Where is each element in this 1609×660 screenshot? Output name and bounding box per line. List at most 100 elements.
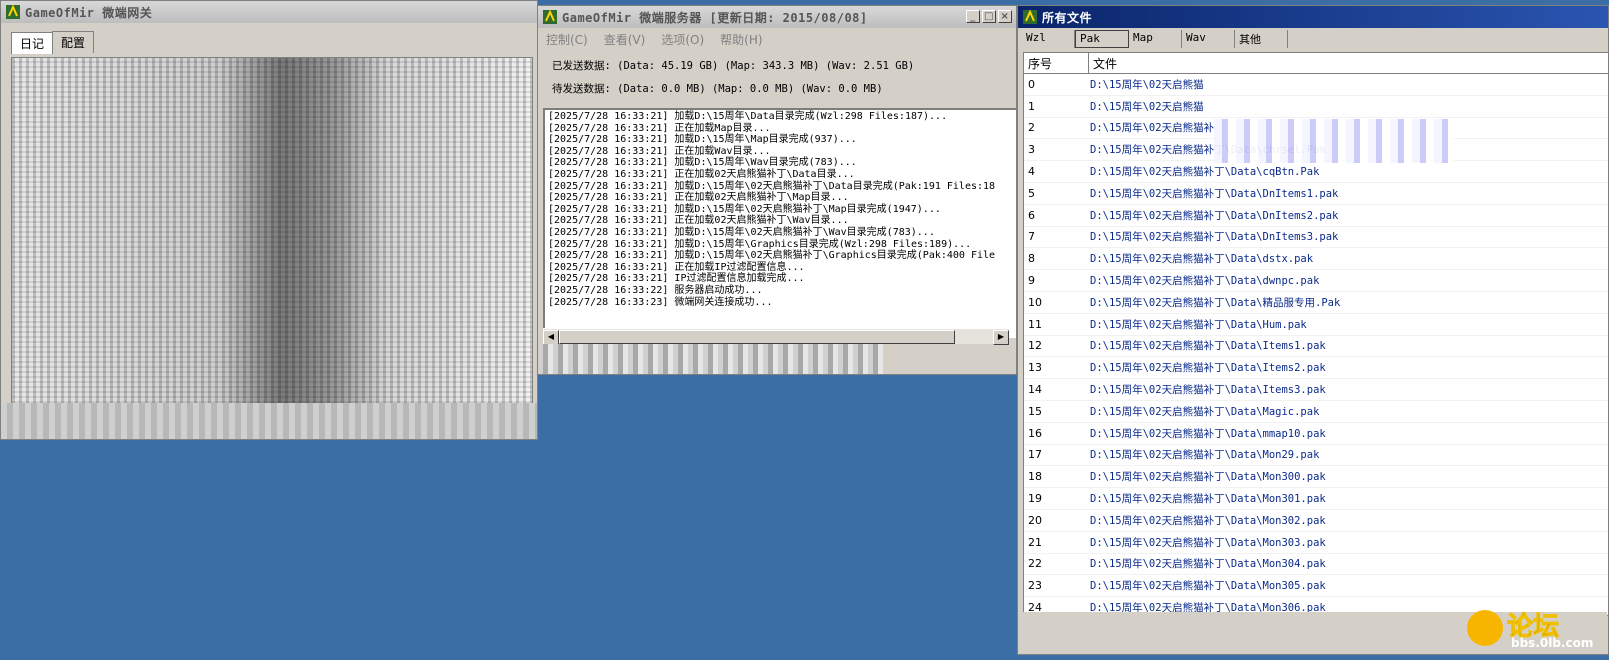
row-file-path: D:\15周年\02天启熊猫补丁\Data\cqBtn.Pak [1090,166,1320,179]
table-row[interactable]: 4 D:\15周年\02天启熊猫补丁\Data\cqBtn.Pak [1024,161,1608,183]
menu-options[interactable]: 选项(O) [661,31,704,48]
gateway-title: GameOfMir 微端网关 [25,5,153,20]
table-row[interactable]: 20 D:\15周年\02天启熊猫补丁\Data\Mon302.pak [1024,510,1608,532]
row-index: 17 [1028,448,1042,462]
log-line: [2025/7/28 16:33:21] IP过滤配置信息加载完成... [548,273,805,285]
table-row[interactable]: 8 D:\15周年\02天启熊猫补丁\Data\dstx.pak [1024,248,1608,271]
file-list[interactable]: 序号 文件 0 D:\15周年\02天启熊猫 1 D:\15周年\02天启熊猫 2 D:\… [1023,52,1608,616]
table-row[interactable]: 6 D:\15周年\02天启熊猫补丁\Data\DnItems2.pak [1024,205,1608,227]
log-line: [2025/7/28 16:33:21] 加载D:\15周年\Data目录完成(… [548,111,948,122]
row-index: 18 [1028,470,1042,484]
table-row[interactable]: 9 D:\15周年\02天启熊猫补丁\Data\dwnpc.pak [1024,270,1608,292]
server-window: GameOfMir 微端服务器 [更新日期: 2015/08/08] _ □ ×… [537,5,1017,375]
table-row[interactable]: 10 D:\15周年\02天启熊猫补丁\Data\精品服专用.Pak [1024,292,1608,314]
table-row[interactable]: 15 D:\15周年\02天启熊猫补丁\Data\Magic.pak [1024,401,1608,423]
pixelated-content [12,58,532,408]
table-row[interactable]: 16 D:\15周年\02天启熊猫补丁\Data\mmap10.pak [1024,423,1608,445]
server-titlebar[interactable]: GameOfMir 微端服务器 [更新日期: 2015/08/08] _ □ × [538,6,1016,28]
log-line: [2025/7/28 16:33:21] 加载D:\15周年\02天启熊猫补丁\… [548,180,996,192]
log-line: [2025/7/28 16:33:21] 正在加载Map目录... [548,122,771,134]
gateway-titlebar[interactable]: GameOfMir 微端网关 [1,1,537,23]
row-file-path: D:\15周年\02天启熊猫补 [1090,122,1215,135]
close-icon[interactable]: × [998,10,1012,23]
row-file-path: D:\15周年\02天启熊猫 [1090,100,1204,113]
row-index: 19 [1028,492,1042,506]
table-row[interactable]: 19 D:\15周年\02天启熊猫补丁\Data\Mon301.pak [1024,488,1608,510]
row-file-path: D:\15周年\02天启熊猫补丁\Data\Hum.pak [1090,318,1307,331]
row-file-path: D:\15周年\02天启熊猫补丁\Data\Items1.pak [1090,340,1326,353]
tab-log[interactable]: 日记 [11,32,54,54]
tab-wzl[interactable]: Wzl [1022,30,1075,48]
horizontal-scrollbar[interactable]: ◀ ▶ [543,328,1009,345]
row-index: 12 [1028,339,1042,353]
table-row[interactable]: 11 D:\15周年\02天启熊猫补丁\Data\Hum.pak [1024,314,1608,336]
pixelated-status [538,344,883,374]
scroll-thumb[interactable] [559,330,955,344]
scroll-right-icon[interactable]: ▶ [993,330,1009,345]
log-line: [2025/7/28 16:33:21] 正在加载Wav目录... [548,145,771,157]
app-icon [542,9,558,25]
gateway-log-area [11,57,533,409]
row-index: 0 [1028,77,1035,91]
row-index: 5 [1028,186,1035,200]
log-line: [2025/7/28 16:33:21] 加载D:\15周年\Map目录完成(9… [548,134,857,146]
log-line: [2025/7/28 16:33:21] 加载D:\15周年\Wav目录完成(7… [548,157,857,169]
app-icon [1022,9,1038,25]
table-row[interactable]: 17 D:\15周年\02天启熊猫补丁\Data\Mon29.pak [1024,445,1608,467]
row-index: 8 [1028,252,1035,266]
log-line: [2025/7/28 16:33:22] 服务器启动成功... [548,284,763,296]
scroll-left-icon[interactable]: ◀ [543,330,559,345]
minimize-icon[interactable]: _ [966,10,980,23]
file-list-header: 序号 文件 [1024,53,1608,74]
tab-other[interactable]: 其他 [1235,30,1288,48]
row-index: 10 [1028,295,1042,309]
transfer-stats: 已发送数据: (Data: 45.19 GB) (Map: 343.3 MB) … [538,51,1016,105]
table-row[interactable]: 0 D:\15周年\02天启熊猫 [1024,74,1608,96]
tab-wav[interactable]: Wav [1182,30,1235,48]
row-index: 20 [1028,513,1042,527]
table-row[interactable]: 13 D:\15周年\02天启熊猫补丁\Data\Items2.pak [1024,357,1608,380]
table-row[interactable]: 1 D:\15周年\02天启熊猫 [1024,96,1608,118]
menu-view[interactable]: 查看(V) [604,31,646,48]
table-row[interactable]: 23 D:\15周年\02天启熊猫补丁\Data\Mon305.pak [1024,575,1608,598]
files-titlebar[interactable]: 所有文件 [1018,6,1608,28]
table-row[interactable]: 12 D:\15周年\02天启熊猫补丁\Data\Items1.pak [1024,336,1608,358]
row-file-path: D:\15周年\02天启熊猫 [1090,78,1204,91]
maximize-icon[interactable]: □ [982,10,996,23]
log-line: [2025/7/28 16:33:23] 微端网关连接成功... [548,296,773,308]
table-row[interactable]: 7 D:\15周年\02天启熊猫补丁\Data\DnItems3.pak [1024,227,1608,249]
tab-pak[interactable]: Pak [1075,30,1129,48]
log-line: [2025/7/28 16:33:21] 正在加载IP过滤配置信息... [548,261,805,273]
table-row[interactable]: 21 D:\15周年\02天启熊猫补丁\Data\Mon303.pak [1024,532,1608,554]
row-file-path: D:\15周年\02天启熊猫补丁\Data\dstx.pak [1090,253,1314,266]
table-row[interactable]: 18 D:\15周年\02天启熊猫补丁\Data\Mon300.pak [1024,466,1608,489]
row-index: 6 [1028,208,1035,222]
logo-mark-icon [1467,610,1503,646]
row-file-path: D:\15周年\02天启熊猫补丁\Data\Items2.pak [1090,362,1326,375]
menu-control[interactable]: 控制(C) [546,31,588,48]
app-icon [5,4,21,20]
tab-config[interactable]: 配置 [52,31,95,53]
row-index: 1 [1028,99,1035,113]
row-file-path: D:\15周年\02天启熊猫补丁\Data\Mon304.pak [1090,558,1326,571]
row-index: 3 [1028,143,1035,157]
row-file-path: D:\15周年\02天启熊猫补丁\Data\Mon300.pak [1090,471,1326,484]
row-file-path: D:\15周年\02天启熊猫补丁\Data\DnItems1.pak [1090,187,1339,200]
files-window: 所有文件 Wzl Pak Map Wav 其他 序号 文件 0 D:\15周年\0… [1017,5,1609,655]
row-index: 23 [1028,579,1042,593]
row-file-path: D:\15周年\02天启熊猫补丁\Data\DnItems3.pak [1090,231,1339,244]
row-file-path: D:\15周年\02天启熊猫补丁\Data\Magic.pak [1090,405,1320,418]
tab-map[interactable]: Map [1129,30,1182,48]
server-menubar: 控制(C) 查看(V) 选项(O) 帮助(H) [538,28,1016,51]
column-file[interactable]: 文件 [1089,53,1608,73]
sent-data: 已发送数据: (Data: 45.19 GB) (Map: 343.3 MB) … [552,60,915,72]
column-index[interactable]: 序号 [1024,53,1089,73]
table-row[interactable]: 14 D:\15周年\02天启熊猫补丁\Data\Items3.pak [1024,379,1608,401]
server-log[interactable]: [2025/7/28 16:33:21] 加载D:\15周年\Data目录完成(… [543,108,1016,340]
table-row[interactable]: 22 D:\15周年\02天启熊猫补丁\Data\Mon304.pak [1024,554,1608,576]
window-controls: _ □ × [966,10,1012,23]
menu-help[interactable]: 帮助(H) [720,31,762,48]
table-row[interactable]: 5 D:\15周年\02天启熊猫补丁\Data\DnItems1.pak [1024,183,1608,205]
forum-logo: 论坛 bbs.0lb.com [1467,604,1597,652]
row-index: 13 [1028,361,1042,375]
